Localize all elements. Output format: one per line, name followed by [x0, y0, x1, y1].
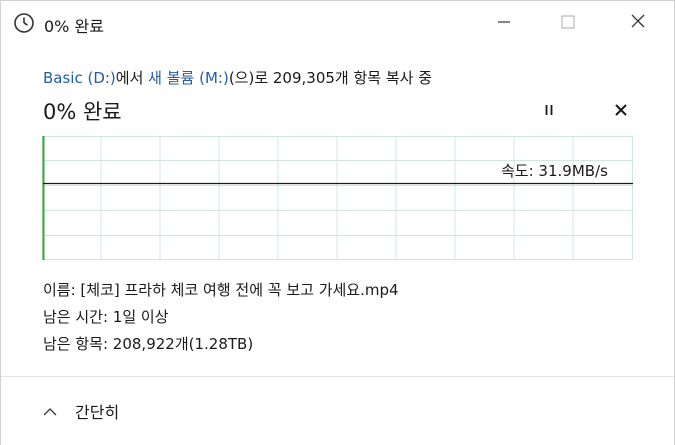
close-icon	[630, 13, 646, 33]
copy-description: Basic (D:)에서 새 볼륨 (M:)(으)로 209,305개 항목 복…	[43, 67, 432, 88]
pause-button[interactable]	[535, 99, 563, 123]
speed-graph-svg	[42, 136, 633, 260]
clock-icon	[13, 12, 35, 34]
cancel-button[interactable]	[607, 99, 635, 123]
collapse-details-button[interactable]: 간단히	[43, 399, 119, 423]
title-bar[interactable]: 0% 완료	[1, 1, 674, 45]
footer: 간단히	[1, 377, 674, 445]
copy-progress-window: 0% 완료 Basic (D:)에서 새 볼륨 (M:)(으)로 209,305…	[0, 0, 675, 445]
items-remaining-detail: 남은 항목: 208,922개(1.28TB)	[43, 335, 254, 353]
minimize-button[interactable]	[481, 1, 527, 45]
speed-graph	[42, 136, 633, 260]
collapse-label: 간단히	[75, 403, 120, 422]
maximize-button[interactable]	[545, 1, 591, 45]
minimize-icon	[497, 14, 511, 33]
close-button[interactable]	[615, 1, 661, 45]
progress-heading: 0% 완료	[43, 100, 122, 124]
chevron-up-icon	[43, 402, 57, 421]
destination-drive-link[interactable]: 새 볼륨 (M:)	[148, 69, 229, 87]
speed-label: 속도: 31.9MB/s	[501, 162, 608, 180]
maximize-icon	[561, 14, 575, 33]
source-drive-link[interactable]: Basic (D:)	[43, 69, 116, 87]
close-icon	[614, 102, 628, 121]
file-name-detail: 이름: [체코] 프라하 체코 여행 전에 꼭 보고 가세요.mp4	[43, 281, 399, 299]
window-title: 0% 완료	[44, 17, 104, 36]
from-suffix: 에서	[115, 69, 149, 87]
pause-icon	[542, 102, 556, 121]
to-suffix: (으)로 209,305개 항목 복사 중	[228, 69, 433, 87]
time-remaining-detail: 남은 시간: 1일 이상	[43, 308, 169, 326]
